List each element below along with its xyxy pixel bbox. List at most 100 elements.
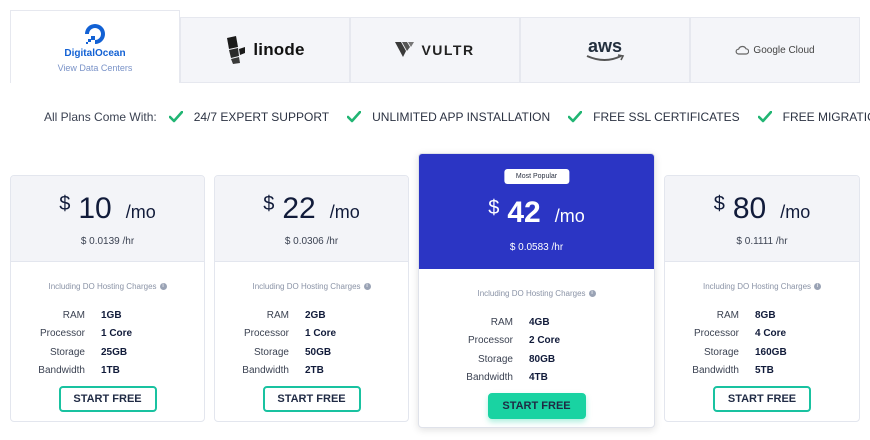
spec-value: 2GB: [305, 309, 326, 321]
plan-price: $ 22 /mo: [215, 192, 408, 226]
price-period: /mo: [554, 206, 585, 226]
spec-value: 2TB: [305, 365, 324, 377]
spec-value: 1 Core: [305, 328, 337, 340]
spec-row: Bandwidth 1TB: [11, 362, 204, 381]
plan-specs: RAM 1GB Processor 1 Core Storage 25GB Bandw…: [11, 306, 204, 380]
start-free-button[interactable]: START FREE: [713, 386, 811, 412]
feature-label: FREE SSL CERTIFICATES: [593, 110, 740, 124]
spec-row: Bandwidth 2TB: [215, 362, 408, 381]
plan-header: Most Popular $ 42 /mo $ 0.0583 /hr: [419, 154, 654, 269]
currency-symbol: $: [263, 193, 275, 215]
price-period: /mo: [125, 202, 156, 222]
plan-header: $ 10 /mo $ 0.0139 /hr: [11, 176, 204, 262]
including-label: Including DO Hosting Charges: [702, 282, 812, 291]
spec-row: Storage 160GB: [665, 343, 859, 362]
spec-row: Bandwidth 5TB: [665, 362, 859, 381]
start-free-button[interactable]: START FREE: [487, 393, 586, 419]
including-note: Including DO Hosting Charges i: [11, 282, 204, 291]
spec-label: RAM: [716, 309, 739, 321]
info-icon[interactable]: i: [588, 290, 596, 298]
spec-label: RAM: [490, 316, 513, 328]
plan-header: $ 22 /mo $ 0.0306 /hr: [215, 176, 408, 262]
google-cloud-icon: [735, 45, 750, 55]
currency-symbol: $: [713, 193, 725, 215]
currency-symbol: $: [59, 193, 71, 215]
spec-label: Processor: [467, 335, 513, 347]
spec-row: Processor 1 Core: [215, 325, 408, 344]
spec-value: 5TB: [755, 365, 774, 377]
plan-specs: RAM 4GB Processor 2 Core Storage 80GB Bandw…: [439, 313, 654, 387]
spec-value: 1 Core: [101, 328, 133, 340]
spec-value: 4TB: [529, 372, 548, 384]
feature-label: FREE MIGRATION: [782, 110, 870, 124]
digitalocean-icon: [84, 23, 105, 44]
price-amount: 22: [282, 192, 316, 225]
plan-header: $ 80 /mo $ 0.1111 /hr: [665, 176, 859, 262]
info-icon[interactable]: i: [159, 283, 167, 291]
including-note: Including DO Hosting Charges i: [665, 282, 859, 291]
spec-value: 25GB: [101, 346, 128, 358]
including-label: Including DO Hosting Charges: [48, 282, 157, 291]
spec-row: Storage 25GB: [11, 343, 204, 362]
linode-name: linode: [253, 40, 305, 59]
start-free-button[interactable]: START FREE: [58, 386, 157, 412]
spec-row: Storage 50GB: [215, 343, 408, 362]
spec-label: Bandwidth: [692, 365, 739, 377]
spec-label: Processor: [39, 328, 85, 340]
plan-card: $ 80 /mo $ 0.1111 /hr Including DO Hosti…: [664, 175, 860, 422]
hourly-price: $ 0.0139 /hr: [80, 236, 135, 247]
info-icon[interactable]: i: [814, 283, 822, 291]
price-amount: 80: [732, 192, 767, 225]
price-amount: 10: [78, 192, 112, 225]
spec-label: Storage: [477, 353, 513, 365]
provider-tabs: DigitalOcean View Data Centers linode VU…: [10, 10, 860, 83]
spec-value: 50GB: [305, 346, 332, 358]
spec-value: 160GB: [755, 346, 787, 358]
spec-label: Processor: [243, 328, 289, 340]
hourly-price: $ 0.0583 /hr: [509, 242, 564, 253]
features-lead: All Plans Come With:: [44, 110, 157, 124]
spec-label: Storage: [49, 346, 85, 358]
including-label: Including DO Hosting Charges: [477, 289, 586, 298]
feature-label: UNLIMITED APP INSTALLATION: [372, 110, 551, 124]
plan-card: $ 22 /mo $ 0.0306 /hr Including DO Hosti…: [214, 175, 409, 422]
aws-name: aws: [587, 36, 623, 56]
check-icon: [568, 111, 583, 123]
linode-icon: [227, 36, 246, 64]
tab-vultr[interactable]: VULTR: [350, 17, 520, 83]
spec-value: 4GB: [529, 316, 550, 328]
spec-row: Storage 80GB: [439, 350, 654, 369]
hourly-price: $ 0.1111 /hr: [736, 236, 788, 247]
tab-digitalocean[interactable]: DigitalOcean View Data Centers: [10, 10, 180, 83]
feature-item: FREE SSL CERTIFICATES: [568, 110, 740, 124]
spec-label: Storage: [703, 346, 739, 358]
spec-value: 80GB: [529, 353, 556, 365]
hourly-price: $ 0.0306 /hr: [284, 236, 339, 247]
spec-value: 2 Core: [529, 335, 561, 347]
spec-row: Processor 2 Core: [439, 332, 654, 351]
plan-price: $ 10 /mo: [11, 192, 204, 226]
currency-symbol: $: [488, 197, 500, 219]
check-icon: [168, 111, 183, 123]
spec-label: Bandwidth: [466, 372, 513, 384]
info-icon[interactable]: i: [363, 283, 371, 291]
feature-label: 24/7 EXPERT SUPPORT: [193, 110, 330, 124]
spec-row: RAM 4GB: [439, 313, 654, 332]
digitalocean-logo: DigitalOcean: [64, 22, 126, 59]
spec-label: Processor: [693, 328, 739, 340]
spec-row: Bandwidth 4TB: [439, 369, 654, 388]
feature-item: 24/7 EXPERT SUPPORT: [168, 110, 330, 124]
spec-label: Bandwidth: [38, 365, 85, 377]
start-free-button[interactable]: START FREE: [262, 386, 361, 412]
view-data-centers-link[interactable]: View Data Centers: [58, 63, 133, 73]
tab-aws[interactable]: aws: [520, 17, 690, 83]
including-note: Including DO Hosting Charges i: [215, 282, 408, 291]
plan-price: $ 80 /mo: [665, 192, 859, 226]
tab-google-cloud[interactable]: Google Cloud: [690, 17, 860, 83]
feature-item: FREE MIGRATION: [757, 110, 870, 124]
spec-label: Storage: [253, 346, 289, 358]
price-amount: 42: [507, 196, 541, 229]
features-row: All Plans Come With: 24/7 EXPERT SUPPORT…: [44, 110, 870, 124]
vultr-name: VULTR: [421, 42, 475, 58]
tab-linode[interactable]: linode: [180, 17, 350, 83]
